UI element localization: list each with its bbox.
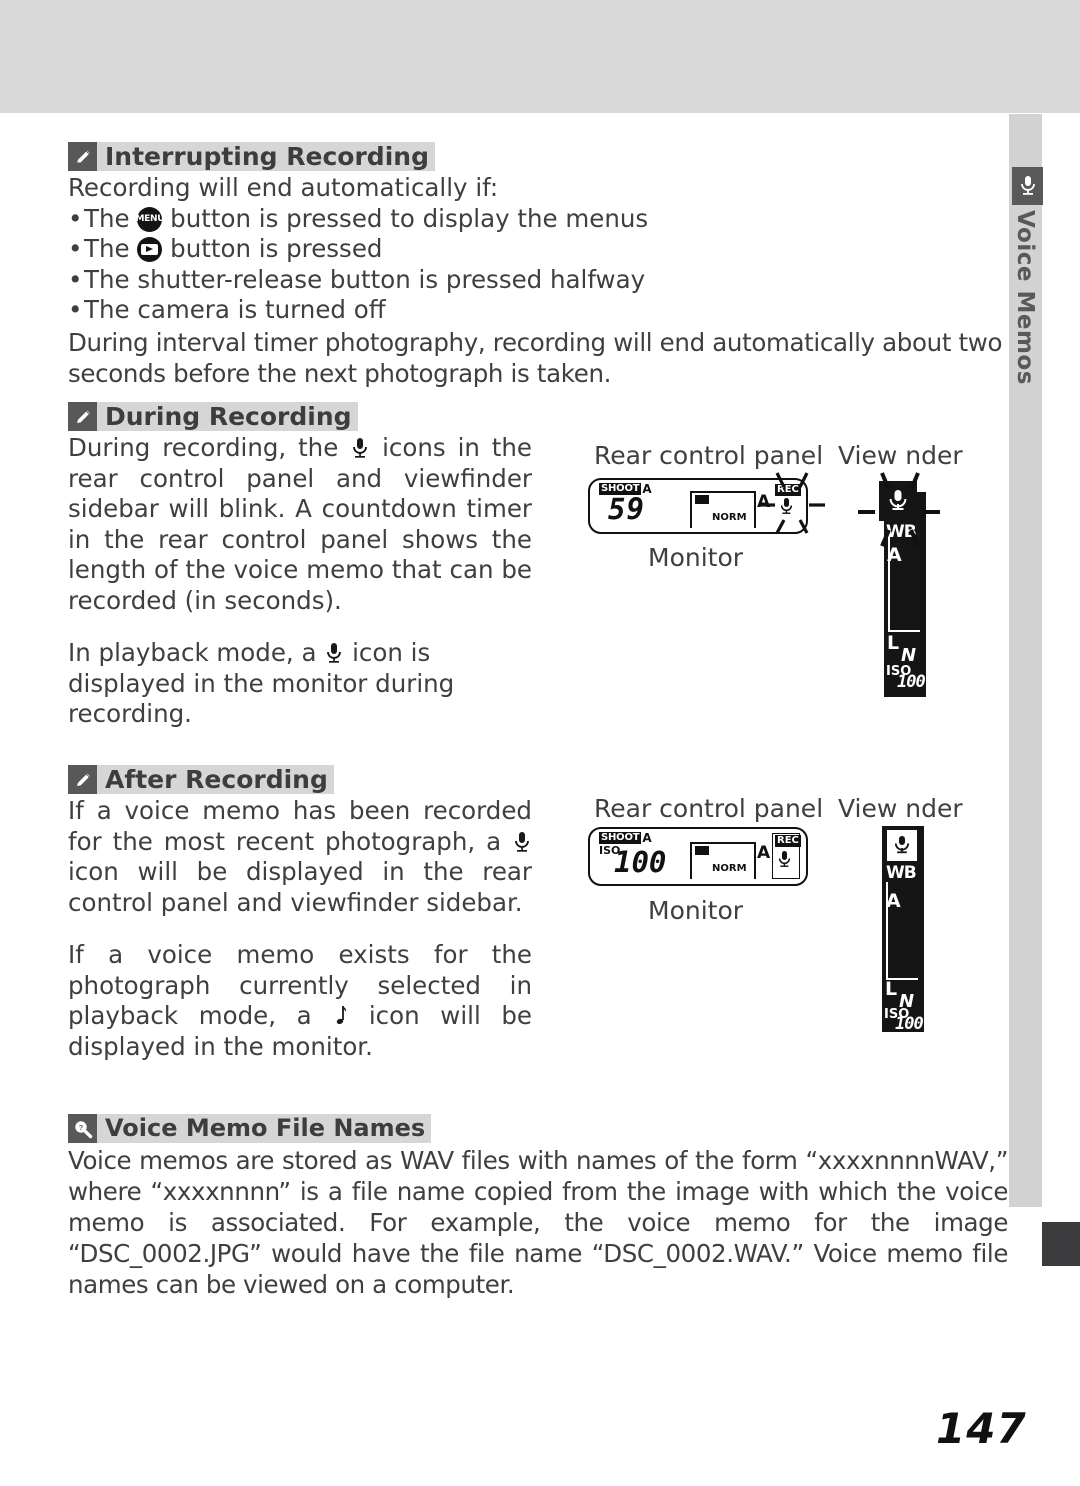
section-heading: ? Voice Memo File Names: [68, 1114, 1008, 1143]
image-size-label: L: [887, 632, 900, 654]
frame-indicator: NORM: [690, 491, 756, 528]
countdown-counter: 59: [608, 492, 645, 526]
microphone-icon: [777, 850, 792, 870]
section-title: During Recording: [97, 402, 358, 431]
menu-button-icon: MENU: [136, 206, 165, 232]
microphone-icon: [324, 641, 344, 665]
image-size-glyph: [695, 495, 709, 504]
wb-value: A: [886, 890, 901, 912]
section-interrupting-recording: Interrupting Recording Recording will en…: [68, 142, 1008, 389]
rec-mic-indicator: REC: [772, 833, 801, 879]
manual-page: Voice Memos Interrupting Recording Recor…: [0, 0, 1080, 1486]
bullet-text-post: The shutter-release button is pressed ha…: [84, 264, 646, 294]
playback-button-icon: [137, 237, 163, 262]
viewfinder-sidebar: WB A L N ISO 100: [882, 826, 924, 1034]
bullet-dot: •: [68, 203, 83, 233]
section-title: After Recording: [97, 765, 334, 794]
bullet-text-post: button is pressed to display the menus: [170, 203, 649, 233]
blink-rays-viewfinder: [858, 472, 940, 547]
image-quality-label: N: [901, 645, 917, 666]
paragraph-text-a: In playback mode, a: [68, 638, 317, 667]
paragraph-text-a: During recording, the: [68, 433, 339, 462]
image-size-glyph: [695, 846, 709, 855]
bullet-dot: •: [68, 234, 83, 263]
bullet-list: •The MENU button is pressed to display t…: [68, 204, 1008, 326]
pencil-note-icon: [68, 142, 97, 171]
side-tab-title: Voice Memos: [1005, 210, 1045, 430]
frame-indicator: NORM: [690, 842, 756, 879]
rec-badge: REC: [775, 835, 801, 847]
microphone-icon: [350, 436, 370, 460]
edge-marker-block: [1042, 1222, 1080, 1266]
bullet-dot: •: [68, 264, 83, 294]
paragraph-text-a: If a voice memo has been recorded for th…: [68, 796, 532, 856]
section-heading: After Recording: [68, 765, 532, 794]
pencil-note-icon: [68, 765, 97, 794]
list-item: •The button is pressed: [68, 234, 1008, 265]
figure-label-rear-panel: Rear control panel: [594, 794, 824, 823]
pencil-note-icon: [68, 402, 97, 431]
rear-control-panel-lcd: SHOOT A ISO 100 NORM A REC: [588, 827, 808, 886]
list-item: •The MENU button is pressed to display t…: [68, 204, 1008, 235]
section-intro-text: Recording will end automatically if:: [68, 173, 499, 202]
figure-label-monitor: Monitor: [648, 896, 744, 925]
header-band: [0, 0, 1080, 114]
iso-value: 100: [895, 1014, 924, 1034]
iso-counter: 100: [614, 845, 667, 879]
after-recording-paragraph-2: If a voice memo exists for the photograp…: [68, 940, 532, 1062]
section-heading: Interrupting Recording: [68, 142, 1008, 171]
section-during-recording: During Recording During recording, the i…: [68, 402, 532, 730]
section-heading: During Recording: [68, 402, 532, 431]
interval-timer-paragraph: During interval timer photography, recor…: [68, 327, 1003, 388]
image-size-label: L: [885, 978, 898, 1000]
quality-label: NORM: [712, 512, 747, 523]
figure-label-viewfinder: View nder: [838, 794, 963, 823]
viewfinder-microphone-icon: [887, 830, 917, 861]
section-title: Interrupting Recording: [97, 142, 435, 171]
section-title: Voice Memo File Names: [97, 1114, 432, 1143]
bullet-text-post: The camera is turned off: [84, 295, 386, 324]
figure-label-monitor: Monitor: [648, 543, 744, 572]
music-note-icon: [332, 1004, 348, 1028]
bullet-dot: •: [68, 295, 83, 324]
quality-label: NORM: [712, 863, 747, 874]
side-tab-label-text: Voice Memos: [1012, 210, 1038, 385]
section-after-recording: After Recording If a voice memo has been…: [68, 765, 532, 1062]
magnifier-tip-icon: ?: [68, 1114, 97, 1143]
figure-label-viewfinder: View nder: [838, 441, 963, 470]
after-recording-paragraph-1: If a voice memo has been recorded for th…: [68, 796, 532, 918]
paragraph-text-b: icon will be displayed in the rear contr…: [68, 857, 532, 917]
blink-rays-lcd: [759, 472, 825, 534]
aperture-mode-letter: A: [757, 843, 771, 863]
bullet-text-post: button is pressed: [170, 234, 383, 263]
bullet-text-pre: The: [84, 234, 130, 263]
wb-label: WB: [886, 863, 917, 883]
microphone-icon: [1012, 167, 1043, 205]
file-names-paragraph: Voice memos are stored as WAV files with…: [68, 1146, 1008, 1299]
list-item: •The shutter-release button is pressed h…: [68, 265, 1008, 296]
during-recording-paragraph-2: In playback mode, a icon is displayed in…: [68, 638, 532, 730]
shoot-badge: SHOOT: [599, 832, 642, 844]
list-item: •The camera is turned off: [68, 295, 1008, 326]
iso-value: 100: [897, 672, 926, 692]
figure-label-rear-panel: Rear control panel: [594, 441, 824, 470]
mode-letter: A: [642, 831, 652, 845]
bullet-text-pre: The: [84, 203, 130, 233]
svg-text:?: ?: [78, 1125, 82, 1132]
section-voice-memo-file-names: ? Voice Memo File Names Voice memos are …: [68, 1114, 1008, 1300]
page-number: 147: [936, 1404, 1027, 1453]
during-recording-paragraph-1: During recording, the icons in the rear …: [68, 433, 532, 616]
microphone-icon: [512, 830, 532, 854]
